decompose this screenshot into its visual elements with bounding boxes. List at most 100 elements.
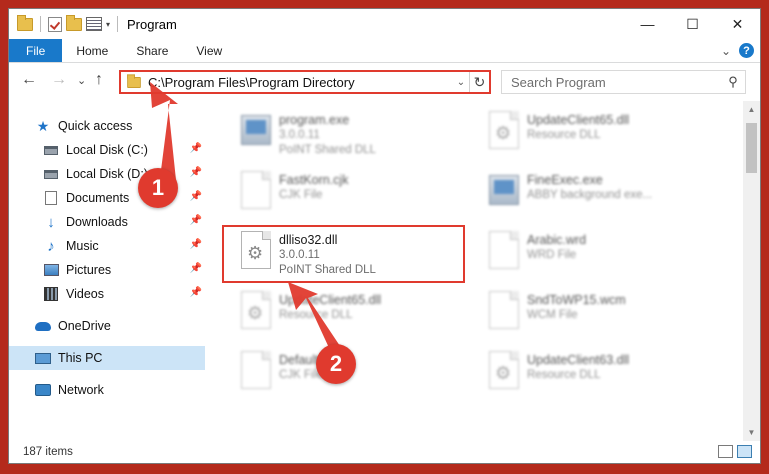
minimize-button[interactable]: —: [625, 9, 670, 39]
step-2-badge: 2: [316, 344, 356, 384]
file-name: FastKorn.cjk: [279, 173, 349, 187]
file-item[interactable]: Arabic.wrd WRD File: [479, 225, 719, 283]
file-type: WRD File: [527, 249, 577, 261]
large-icons-view-icon[interactable]: [737, 445, 752, 458]
pin-icon[interactable]: 📌: [190, 215, 202, 226]
sidebar-item-label: This PC: [58, 351, 103, 365]
pin-icon[interactable]: 📌: [190, 191, 202, 202]
file-item[interactable]: FineExec.exe ABBY background exe...: [479, 165, 719, 223]
explorer-window: ▾ Program — ☐ ✕ File Home Share View ⌄ ?…: [8, 8, 761, 464]
sidebar-item-label: Documents: [66, 191, 130, 205]
file-name: Arabic.wrd: [527, 233, 587, 247]
search-box[interactable]: Search Program ⚲: [501, 70, 746, 94]
pin-icon[interactable]: 📌: [190, 263, 202, 274]
address-dropdown-chevron-icon[interactable]: ⌄: [453, 77, 469, 88]
file-type: Resource DLL: [279, 309, 353, 321]
file-item[interactable]: program.exe 3.0.0.11 PoINT Shared DLL: [231, 105, 471, 163]
sidebar-item-label: Quick access: [58, 119, 133, 133]
folder-icon: [127, 73, 141, 88]
window-title: Program: [127, 16, 177, 32]
file-item[interactable]: SndToWP15.wcm WCM File: [479, 285, 719, 343]
navigation-pane: ★ Quick access Local Disk (C:) 📌 Local D…: [9, 101, 205, 441]
sidebar-item-label: Downloads: [66, 215, 128, 229]
scroll-up-arrow-icon[interactable]: ▲: [743, 101, 760, 118]
tab-share[interactable]: Share: [122, 39, 182, 62]
file-item[interactable]: ⚙ UpdateClient65.dll Resource DLL: [479, 105, 719, 163]
pictures-icon: [43, 263, 59, 277]
divider: [117, 16, 119, 32]
close-button[interactable]: ✕: [715, 9, 760, 39]
sidebar-item-label: Local Disk (D:): [66, 167, 148, 181]
file-type: WCM File: [527, 309, 578, 321]
properties-check-icon[interactable]: [48, 16, 62, 32]
dll-gear-icon: ⚙: [239, 291, 273, 333]
title-bar: ▾ Program — ☐ ✕: [9, 9, 760, 39]
file-item-dlliso32[interactable]: ⚙ dlliso32.dll 3.0.0.11 PoINT Shared DLL: [231, 225, 471, 283]
sidebar-item-this-pc[interactable]: This PC: [9, 346, 205, 370]
sidebar-item-music[interactable]: ♪ Music 📌: [9, 234, 205, 258]
sidebar-item-downloads[interactable]: ↓ Downloads 📌: [9, 210, 205, 234]
file-name: UpdateClient65.dll: [527, 113, 630, 127]
document-icon: [239, 171, 273, 213]
document-icon: [239, 351, 273, 393]
exe-icon: [487, 171, 521, 213]
sidebar-item-quick-access[interactable]: ★ Quick access: [9, 114, 205, 138]
back-button[interactable]: ←: [21, 71, 37, 89]
file-item[interactable]: FastKorn.cjk CJK File: [231, 165, 471, 223]
file-name: UpdateClient63.dll: [527, 353, 630, 367]
file-name: SndToWP15.wcm: [527, 293, 626, 307]
address-bar[interactable]: C:\Program Files\Program Directory ⌄ ↻: [119, 70, 491, 94]
file-item[interactable]: ⚙ UpdateClient65.dll Resource DLL: [231, 285, 471, 343]
dll-gear-icon: ⚙: [239, 231, 273, 273]
file-list: program.exe 3.0.0.11 PoINT Shared DLL Fa…: [209, 101, 739, 441]
new-folder-icon[interactable]: [66, 14, 82, 31]
sidebar-item-label: Pictures: [66, 263, 112, 277]
details-view-icon[interactable]: [718, 445, 733, 458]
navigation-bar: ← → ⌄ ↑ C:\Program Files\Program Directo…: [9, 64, 760, 98]
scroll-down-arrow-icon[interactable]: ▼: [743, 424, 760, 441]
expand-ribbon-chevron-icon[interactable]: ⌄: [721, 44, 731, 58]
pin-icon[interactable]: 📌: [190, 143, 202, 154]
tab-view[interactable]: View: [182, 39, 236, 62]
vertical-scrollbar[interactable]: ▲ ▼: [743, 101, 760, 441]
music-icon: ♪: [47, 237, 55, 255]
onedrive-icon: [35, 319, 51, 333]
help-icon[interactable]: ?: [739, 43, 754, 58]
window-controls: — ☐ ✕: [625, 9, 760, 39]
file-item[interactable]: ⚙ UpdateClient63.dll Resource DLL: [479, 345, 719, 403]
sidebar-item-pictures[interactable]: Pictures 📌: [9, 258, 205, 282]
sidebar-item-label: Music: [66, 239, 99, 253]
address-path[interactable]: C:\Program Files\Program Directory: [148, 75, 453, 90]
dll-gear-icon: ⚙: [487, 111, 521, 153]
scrollbar-thumb[interactable]: [746, 123, 757, 173]
star-icon: ★: [36, 117, 50, 134]
file-name: FineExec.exe: [527, 173, 603, 187]
file-version: 3.0.0.11: [279, 129, 320, 141]
tab-file[interactable]: File: [9, 39, 63, 62]
search-icon[interactable]: ⚲: [721, 74, 745, 90]
item-count: 187 items: [23, 446, 73, 458]
pin-icon[interactable]: 📌: [190, 287, 202, 298]
ribbon-right-controls: ⌄ ?: [721, 43, 754, 58]
refresh-button[interactable]: ↻: [469, 72, 489, 92]
sidebar-item-local-disk-c[interactable]: Local Disk (C:) 📌: [9, 138, 205, 162]
document-icon: [487, 231, 521, 273]
customize-toolbar-chevron-icon[interactable]: ▾: [106, 20, 110, 29]
up-button[interactable]: ↑: [95, 71, 103, 89]
quick-access-toolbar: ▾: [9, 14, 121, 32]
sidebar-item-videos[interactable]: Videos 📌: [9, 282, 205, 306]
tab-home[interactable]: Home: [62, 39, 122, 62]
pin-icon[interactable]: 📌: [190, 239, 202, 250]
recent-locations-chevron-icon[interactable]: ⌄: [77, 74, 86, 87]
document-icon: [487, 291, 521, 333]
sidebar-item-onedrive[interactable]: OneDrive: [9, 314, 205, 338]
step-1-badge: 1: [138, 168, 178, 208]
search-input[interactable]: Search Program: [502, 75, 721, 90]
pin-icon[interactable]: 📌: [190, 167, 202, 178]
maximize-button[interactable]: ☐: [670, 9, 715, 39]
file-type: ABBY background exe...: [527, 189, 653, 201]
forward-button[interactable]: →: [51, 71, 67, 89]
properties-icon[interactable]: [86, 17, 102, 31]
sidebar-item-network[interactable]: Network: [9, 378, 205, 402]
file-description: PoINT Shared DLL: [279, 144, 376, 156]
